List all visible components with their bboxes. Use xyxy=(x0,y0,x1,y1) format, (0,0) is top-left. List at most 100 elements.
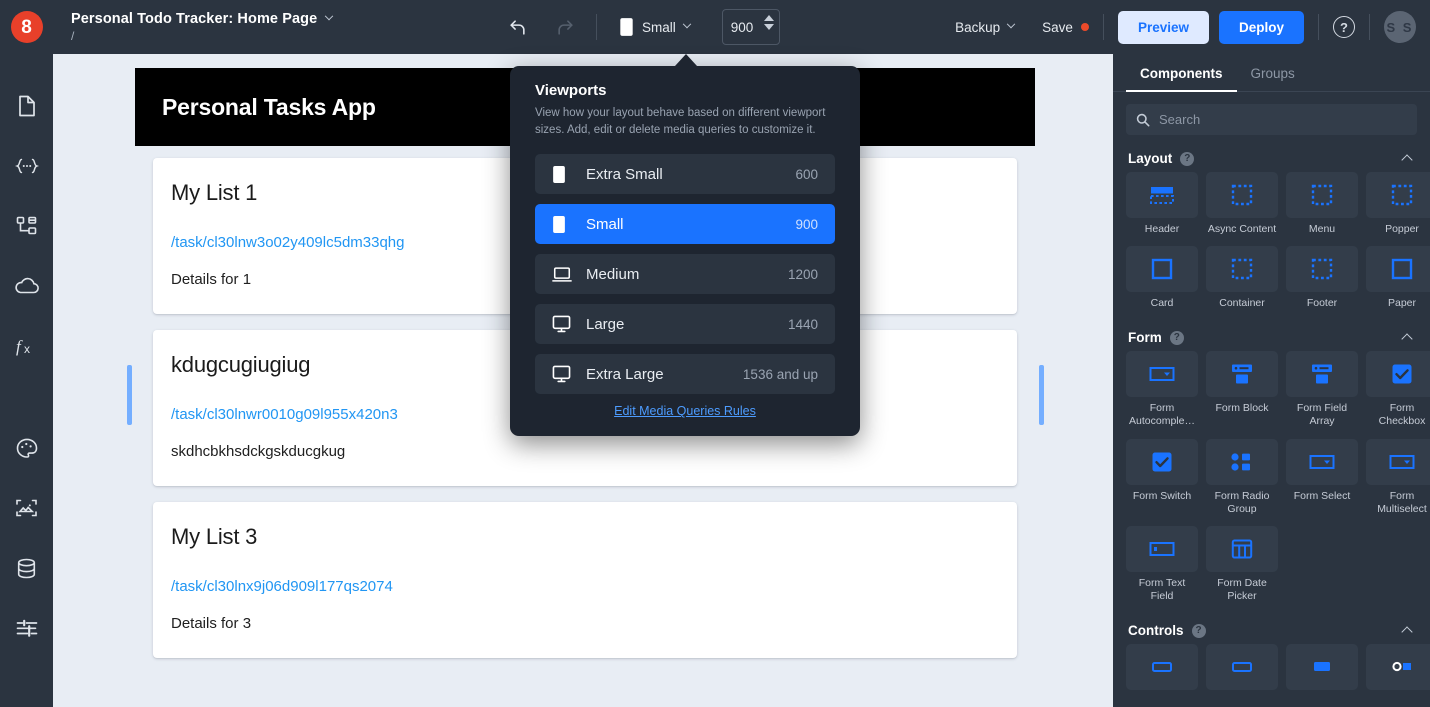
selection-handle-right[interactable] xyxy=(1039,365,1044,425)
preview-app-title: Personal Tasks App xyxy=(162,94,376,121)
viewport-width-input[interactable] xyxy=(723,20,763,35)
project-title-block: Personal Todo Tracker: Home Page / xyxy=(71,0,332,54)
component-tile xyxy=(1206,351,1278,397)
sidebar-item-data[interactable] xyxy=(7,548,47,588)
component-form-field-array[interactable]: Form Field Array xyxy=(1286,351,1358,428)
component-container[interactable]: Container xyxy=(1206,246,1278,310)
chevron-down-icon xyxy=(1007,20,1015,28)
section-title: Controls xyxy=(1128,623,1184,638)
card-link[interactable]: /task/cl30lnx9j06d909l177qs2074 xyxy=(171,578,999,595)
dashed-box-icon xyxy=(1391,184,1413,206)
sidebar-item-pages[interactable] xyxy=(7,86,47,126)
component-async-content[interactable]: Async Content xyxy=(1206,172,1278,236)
viewport-option-extra-large[interactable]: Extra Large 1536 and up xyxy=(535,354,835,394)
component-form-radio-group[interactable]: Form Radio Group xyxy=(1206,439,1278,516)
sidebar-item-media[interactable] xyxy=(7,488,47,528)
select-dropdown-icon xyxy=(1389,453,1415,471)
help-icon[interactable]: ? xyxy=(1170,331,1184,345)
component-card[interactable]: Card xyxy=(1126,246,1198,310)
dashed-box-icon xyxy=(1231,258,1253,280)
viewport-option-small[interactable]: Small 900 xyxy=(535,204,835,244)
component-form-multiselect[interactable]: Form Multiselect xyxy=(1366,439,1430,516)
viewport-option-label: Medium xyxy=(586,266,788,283)
component-control-1[interactable] xyxy=(1126,644,1198,695)
edit-media-queries-link[interactable]: Edit Media Queries Rules xyxy=(535,404,835,418)
component-form-block[interactable]: Form Block xyxy=(1206,351,1278,428)
undo-button[interactable] xyxy=(500,10,534,44)
monitor-icon xyxy=(552,315,578,333)
tab-groups[interactable]: Groups xyxy=(1237,54,1309,92)
viewport-option-label: Extra Small xyxy=(586,166,795,183)
section-header-layout[interactable]: Layout ? xyxy=(1126,143,1417,172)
save-button[interactable]: Save xyxy=(1042,20,1089,35)
viewport-option-extra-small[interactable]: Extra Small 600 xyxy=(535,154,835,194)
chevron-up-icon[interactable] xyxy=(1401,626,1412,637)
help-icon[interactable]: ? xyxy=(1180,152,1194,166)
viewport-option-value: 900 xyxy=(795,217,818,232)
component-header[interactable]: Header xyxy=(1126,172,1198,236)
sitemap-icon xyxy=(16,216,38,236)
list-item[interactable]: My List 3 /task/cl30lnx9j06d909l177qs207… xyxy=(153,502,1017,658)
sidebar-item-code[interactable] xyxy=(7,146,47,186)
component-footer[interactable]: Footer xyxy=(1286,246,1358,310)
card-detail: Details for 3 xyxy=(171,615,999,632)
dashed-box-icon xyxy=(1311,258,1333,280)
left-rail: f x xyxy=(0,54,53,707)
chevron-up-icon[interactable] xyxy=(1401,154,1412,165)
form-block-icon xyxy=(1230,363,1254,385)
component-tile xyxy=(1126,172,1198,218)
section-title: Form xyxy=(1128,330,1162,345)
component-tile xyxy=(1286,351,1358,397)
viewport-option-large[interactable]: Large 1440 xyxy=(535,304,835,344)
component-form-date-picker[interactable]: Form Date Picker xyxy=(1206,526,1278,603)
sidebar-item-theme[interactable] xyxy=(7,428,47,468)
avatar[interactable]: S S xyxy=(1384,11,1416,43)
viewport-option-value: 600 xyxy=(795,167,818,182)
sidebar-item-structure[interactable] xyxy=(7,206,47,246)
component-paper[interactable]: Paper xyxy=(1366,246,1430,310)
sidebar-item-settings[interactable] xyxy=(7,608,47,648)
selection-handle-left[interactable] xyxy=(127,365,132,425)
preview-button[interactable]: Preview xyxy=(1118,11,1209,44)
component-control-4[interactable] xyxy=(1366,644,1430,695)
mobile-icon xyxy=(552,165,578,184)
sidebar-item-functions[interactable]: f x xyxy=(7,326,47,366)
component-control-3[interactable] xyxy=(1286,644,1358,695)
viewport-option-label: Large xyxy=(586,316,788,333)
component-form-checkbox[interactable]: Form Checkbox xyxy=(1366,351,1430,428)
viewport-width-stepper[interactable] xyxy=(722,9,780,45)
section-header-form[interactable]: Form ? xyxy=(1126,322,1417,351)
component-form-autocomplete[interactable]: Form Autocomple… xyxy=(1126,351,1198,428)
search-area xyxy=(1113,92,1430,143)
components-scroll-area[interactable]: Layout ? Header xyxy=(1113,143,1430,707)
stepper-down-icon[interactable] xyxy=(764,24,774,30)
deploy-button[interactable]: Deploy xyxy=(1219,11,1304,44)
app-logo[interactable]: 8 xyxy=(0,0,53,54)
backup-menu[interactable]: Backup xyxy=(955,20,1014,35)
viewport-selector[interactable]: Small xyxy=(611,13,698,41)
search-input[interactable] xyxy=(1159,112,1407,127)
component-form-switch[interactable]: Form Switch xyxy=(1126,439,1198,516)
component-popper[interactable]: Popper xyxy=(1366,172,1430,236)
breadcrumb: / xyxy=(71,29,332,43)
redo-button[interactable] xyxy=(548,10,582,44)
chevron-down-icon[interactable] xyxy=(325,12,333,20)
search-box[interactable] xyxy=(1126,104,1417,135)
header-block-icon xyxy=(1149,184,1175,206)
panel-tabs: Components Groups xyxy=(1113,54,1430,92)
sidebar-item-cloud[interactable] xyxy=(7,266,47,306)
tab-components[interactable]: Components xyxy=(1126,54,1237,92)
section-header-controls[interactable]: Controls ? xyxy=(1126,615,1417,644)
mobile-icon xyxy=(619,17,634,37)
component-menu[interactable]: Menu xyxy=(1286,172,1358,236)
component-form-text-field[interactable]: Form Text Field xyxy=(1126,526,1198,603)
chevron-up-icon[interactable] xyxy=(1401,334,1412,345)
help-icon[interactable]: ? xyxy=(1192,624,1206,638)
viewports-popover: Viewports View how your layout behave ba… xyxy=(510,66,860,436)
solid-box-icon xyxy=(1391,258,1413,280)
stepper-up-icon[interactable] xyxy=(764,15,774,21)
component-control-2[interactable] xyxy=(1206,644,1278,695)
component-form-select[interactable]: Form Select xyxy=(1286,439,1358,516)
viewport-option-medium[interactable]: Medium 1200 xyxy=(535,254,835,294)
help-icon[interactable]: ? xyxy=(1333,16,1355,38)
